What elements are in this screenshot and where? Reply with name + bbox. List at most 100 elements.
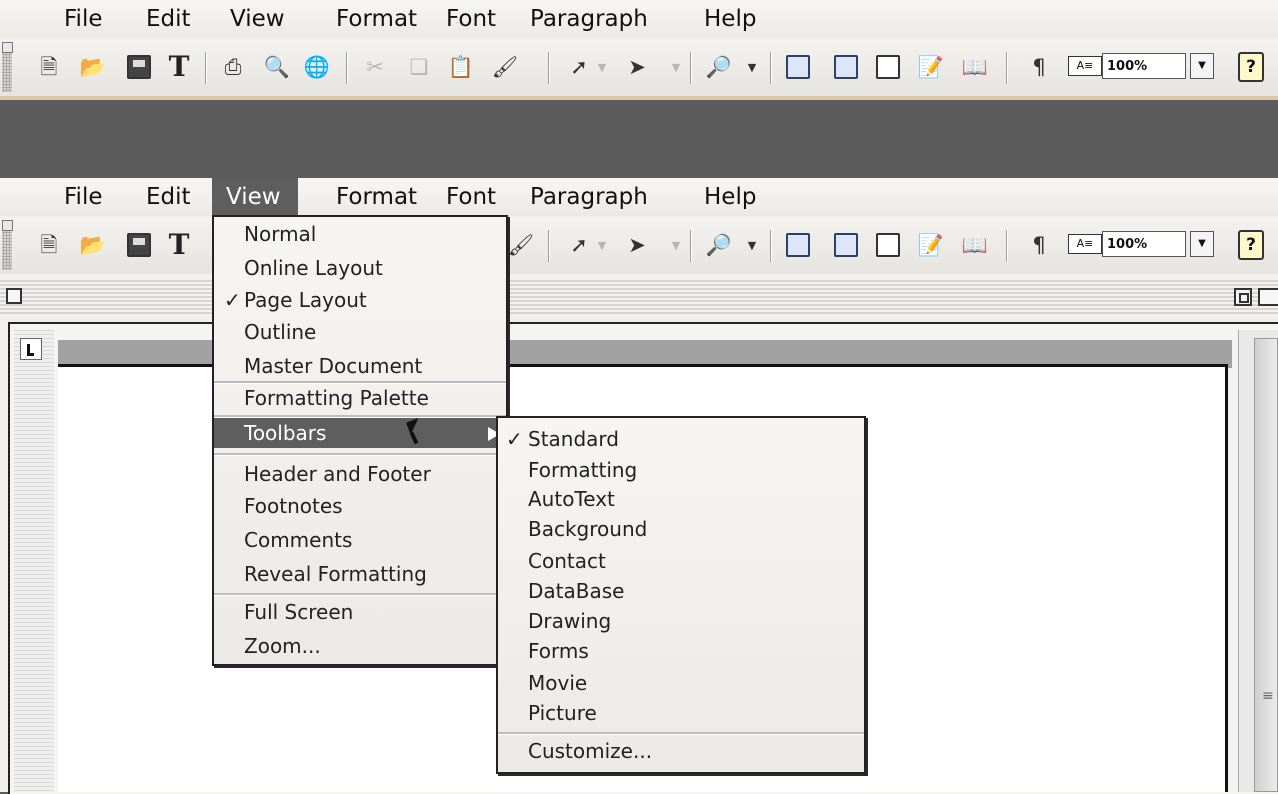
submenu-item-contact[interactable]: Contact <box>498 546 864 576</box>
menu-font[interactable]: Font <box>432 178 510 216</box>
print-preview-icon[interactable]: 🔍 <box>262 52 292 82</box>
menu-item-label: Master Document <box>244 354 423 378</box>
menu-help[interactable]: Help <box>690 0 770 38</box>
save-icon[interactable] <box>127 55 151 79</box>
menu-view[interactable]: View <box>212 178 298 216</box>
submenu-item-autotext[interactable]: AutoText <box>498 484 864 514</box>
chevron-down-icon[interactable]: ▼ <box>670 230 682 260</box>
submenu-item-picture[interactable]: Picture <box>498 698 864 728</box>
zoom-magnifier-icon[interactable]: 🔎 <box>704 52 734 82</box>
menu-edit[interactable]: Edit <box>132 178 205 216</box>
menu-item-full-screen[interactable]: Full Screen <box>214 597 506 627</box>
menu-item-zoom[interactable]: Zoom... <box>214 631 506 661</box>
tables-icon[interactable] <box>834 55 858 79</box>
select-arrow-icon[interactable]: ➚ <box>564 52 594 82</box>
new-document-icon[interactable]: 🗎 <box>34 230 64 260</box>
vertical-ruler <box>14 330 54 792</box>
zoom-dropdown-icon[interactable]: ▼ <box>1190 231 1214 257</box>
toolbar-grip[interactable] <box>2 42 13 92</box>
copy-icon[interactable]: ❏ <box>404 52 434 82</box>
toolbar-divider <box>548 52 550 84</box>
menu-paragraph[interactable]: Paragraph <box>516 0 662 38</box>
chevron-down-icon[interactable]: ▼ <box>670 52 682 82</box>
help-icon[interactable]: ? <box>1238 52 1264 82</box>
menu-edit[interactable]: Edit <box>132 0 205 38</box>
submenu-item-movie[interactable]: Movie <box>498 668 864 698</box>
menu-item-toolbars[interactable]: Toolbars <box>214 418 506 448</box>
tab-selector-icon[interactable] <box>20 338 42 360</box>
columns-icon[interactable] <box>876 233 900 257</box>
save-icon[interactable] <box>127 233 151 257</box>
close-box-icon[interactable] <box>6 288 22 304</box>
submenu-item-drawing[interactable]: Drawing <box>498 606 864 636</box>
chevron-down-icon[interactable]: ▼ <box>596 52 608 82</box>
menu-font[interactable]: Font <box>432 0 510 38</box>
menu-view[interactable]: View <box>216 0 299 38</box>
tables-icon[interactable] <box>834 233 858 257</box>
menu-item-outline[interactable]: Outline <box>214 317 506 347</box>
menu-file[interactable]: File <box>50 0 117 38</box>
web-globe-icon[interactable]: 🌐 <box>302 52 332 82</box>
chevron-down-icon[interactable]: ▼ <box>746 52 758 82</box>
scrollbar-thumb[interactable] <box>1254 338 1278 792</box>
menu-item-page-layout[interactable]: ✓ Page Layout <box>214 285 506 315</box>
draw-table-icon[interactable] <box>786 55 810 79</box>
text-tool-icon[interactable]: T <box>164 52 194 82</box>
checkmark-icon: ✓ <box>506 427 523 451</box>
menu-item-normal[interactable]: Normal <box>214 219 506 249</box>
window-zoom-icon[interactable] <box>1234 288 1252 306</box>
zoom-field[interactable]: 100% <box>1102 231 1186 257</box>
menu-help[interactable]: Help <box>690 178 770 216</box>
menu-item-header-footer[interactable]: Header and Footer <box>214 459 506 489</box>
toolbar-divider <box>690 230 692 262</box>
format-painter-icon[interactable]: 🖌 <box>490 52 520 82</box>
zoom-magnifier-icon[interactable]: 🔎 <box>704 230 734 260</box>
menu-format[interactable]: Format <box>322 0 431 38</box>
navigation-icon[interactable]: 📖 <box>960 52 990 82</box>
text-box-icon[interactable]: A≡ <box>1068 56 1102 76</box>
menu-file[interactable]: File <box>50 178 117 216</box>
new-document-icon[interactable]: 🗎 <box>34 52 64 82</box>
cut-icon[interactable]: ✂ <box>360 52 390 82</box>
chevron-down-icon[interactable]: ▼ <box>596 230 608 260</box>
columns-icon[interactable] <box>876 55 900 79</box>
toolbar-grip[interactable] <box>2 220 13 270</box>
submenu-item-forms[interactable]: Forms <box>498 636 864 666</box>
help-icon[interactable]: ? <box>1238 230 1264 260</box>
menu-item-footnotes[interactable]: Footnotes <box>214 491 506 521</box>
open-folder-icon[interactable]: 📂 <box>78 230 108 260</box>
draw-table-icon[interactable] <box>786 233 810 257</box>
menu-item-formatting-palette[interactable]: Formatting Palette <box>214 383 506 413</box>
print-icon[interactable]: ⎙ <box>218 52 248 82</box>
select-arrow-icon[interactable]: ➚ <box>564 230 594 260</box>
submenu-item-database[interactable]: DataBase <box>498 576 864 606</box>
menu-item-online-layout[interactable]: Online Layout <box>214 253 506 283</box>
menu-format[interactable]: Format <box>322 178 431 216</box>
submenu-item-customize[interactable]: Customize... <box>498 736 864 766</box>
drawing-icon[interactable]: 📝 <box>916 230 946 260</box>
paste-icon[interactable]: 📋 <box>446 52 476 82</box>
move-arrow-icon[interactable]: ➤ <box>622 52 652 82</box>
drawing-icon[interactable]: 📝 <box>916 52 946 82</box>
checkmark-icon: ✓ <box>224 288 241 312</box>
menu-item-reveal-formatting[interactable]: Reveal Formatting <box>214 559 506 589</box>
menu-item-comments[interactable]: Comments <box>214 525 506 555</box>
submenu-item-standard[interactable]: ✓ Standard <box>498 424 864 454</box>
text-box-icon[interactable]: A≡ <box>1068 234 1102 254</box>
menu-item-master-document[interactable]: Master Document <box>214 351 506 381</box>
paragraph-mark-icon[interactable]: ¶ <box>1024 230 1054 260</box>
zoom-dropdown-icon[interactable]: ▼ <box>1190 53 1214 79</box>
move-arrow-icon[interactable]: ➤ <box>622 230 652 260</box>
document-title-bar[interactable] <box>0 280 1278 314</box>
window-collapse-icon[interactable] <box>1258 288 1278 306</box>
menu-paragraph[interactable]: Paragraph <box>516 178 662 216</box>
text-tool-icon[interactable]: T <box>164 230 194 260</box>
submenu-item-formatting[interactable]: Formatting <box>498 455 864 485</box>
submenu-item-background[interactable]: Background <box>498 514 864 544</box>
navigation-icon[interactable]: 📖 <box>960 230 990 260</box>
zoom-field[interactable]: 100% <box>1102 53 1186 79</box>
chevron-down-icon[interactable]: ▼ <box>746 230 758 260</box>
format-painter-icon[interactable]: 🖌 <box>506 230 536 260</box>
paragraph-mark-icon[interactable]: ¶ <box>1024 52 1054 82</box>
open-folder-icon[interactable]: 📂 <box>78 52 108 82</box>
